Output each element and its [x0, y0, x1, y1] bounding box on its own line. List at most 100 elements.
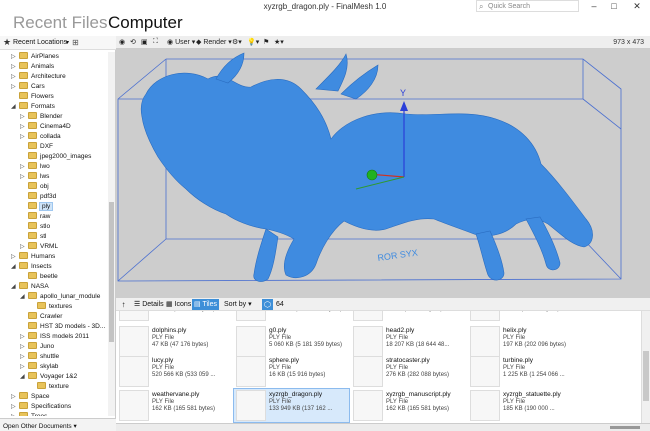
file-tile[interactable]: sphere.ply PLY File 16 KB (15 916 bytes) — [234, 355, 349, 388]
file-tile[interactable]: dolphins.ply PLY File 47 KB (47 176 bytes) — [117, 325, 232, 358]
file-tile[interactable]: lucy.ply PLY File 520 566 KB (533 059 ... — [117, 355, 232, 388]
tree-item[interactable]: ▷ Architecture — [11, 71, 66, 82]
file-tile[interactable]: 62 KB (62 499 bytes) — [351, 311, 466, 322]
maximize-button[interactable]: □ — [605, 0, 623, 12]
expanded-arrow-icon[interactable]: ◢ — [11, 282, 19, 292]
tree-item[interactable]: Flowers — [11, 91, 54, 102]
collapsed-arrow-icon[interactable]: ▷ — [11, 72, 19, 82]
light-icon[interactable]: 💡▾ — [247, 38, 259, 46]
view-tiles-button[interactable]: ▤ Tiles — [192, 299, 219, 310]
pin-icon[interactable]: ⊞ — [72, 38, 79, 47]
tree-item[interactable]: textures — [29, 301, 72, 312]
tree-item[interactable]: ▷ Space — [11, 391, 49, 402]
tree-item[interactable]: pdf3d — [20, 191, 56, 202]
tree-item[interactable]: ▷ lwo — [20, 161, 50, 172]
collapsed-arrow-icon[interactable]: ▷ — [20, 332, 28, 342]
thumbnail-zoom-slider[interactable] — [610, 426, 640, 429]
tree-item[interactable]: Crawler — [20, 311, 62, 322]
collapsed-arrow-icon[interactable]: ▷ — [20, 242, 28, 252]
frame-icon[interactable]: ▣ — [141, 38, 148, 46]
tree-item[interactable]: stlo — [20, 221, 50, 232]
pivot-handle[interactable] — [366, 169, 378, 181]
gear-icon[interactable]: ⚙▾ — [232, 38, 242, 46]
thumbnail-size[interactable]: 64 — [274, 299, 286, 310]
tree-item[interactable]: ply — [20, 201, 54, 212]
file-tile[interactable]: g0.ply PLY File 5 060 KB (5 181 359 bytes) — [234, 325, 349, 358]
open-other-documents-button[interactable]: Open Other Documents ▾ — [0, 418, 116, 431]
tree-item[interactable]: ▷ Humans — [11, 251, 55, 262]
collapsed-arrow-icon[interactable]: ▷ — [20, 162, 28, 172]
tree-item[interactable]: ▷ Juno — [20, 341, 54, 352]
file-tile[interactable]: 2 963 KB (3 033 191 bytes) — [234, 311, 349, 322]
3d-viewport[interactable]: Y ROR SYX — [116, 49, 650, 298]
tree-scrollbar[interactable] — [108, 52, 115, 416]
tree-item[interactable]: ▷ AirPlanes — [11, 52, 59, 62]
tree-item[interactable]: ◢ Insects — [11, 261, 52, 272]
collapsed-arrow-icon[interactable]: ▷ — [20, 362, 28, 372]
tree-scrollbar-thumb[interactable] — [109, 202, 114, 342]
minimize-button[interactable]: – — [585, 0, 603, 12]
collapsed-arrow-icon[interactable]: ▷ — [11, 252, 19, 262]
tree-item[interactable]: ▷ Cars — [11, 81, 45, 92]
tree-item[interactable]: ◢ NASA — [11, 281, 49, 292]
file-tile[interactable]: 74 KB (75 719 bytes) — [468, 311, 583, 322]
tree-item[interactable]: ◢ apollo_lunar_module — [20, 291, 100, 302]
close-button[interactable]: ✕ — [626, 0, 648, 12]
filter-3d-icon[interactable]: ⬡ — [262, 299, 273, 310]
tree-item[interactable]: raw — [20, 211, 50, 222]
tree-item[interactable]: texture — [29, 381, 69, 392]
view-icons-button[interactable]: ▦ Icons — [164, 299, 193, 310]
tab-computer[interactable]: Computer — [108, 13, 183, 33]
user-camera-dropdown[interactable]: ◉ User ▾ — [167, 38, 195, 46]
tree-item[interactable]: ▷ Cinema4D — [20, 121, 71, 132]
collapsed-arrow-icon[interactable]: ▷ — [20, 112, 28, 122]
recent-locations-bar[interactable]: ★ Recent Locations ▾ ⊞ — [0, 36, 116, 50]
collapsed-arrow-icon[interactable]: ▷ — [20, 122, 28, 132]
back-icon[interactable]: ◉ — [119, 38, 125, 46]
render-dropdown[interactable]: ◆ Render ▾ — [196, 38, 232, 46]
collapsed-arrow-icon[interactable]: ▷ — [11, 52, 19, 62]
file-tile[interactable]: xyzrgb_statuette.ply PLY File 185 KB (190 … — [468, 389, 583, 422]
collapsed-arrow-icon[interactable]: ▷ — [11, 392, 19, 402]
expanded-arrow-icon[interactable]: ◢ — [20, 372, 28, 382]
collapsed-arrow-icon[interactable]: ▷ — [20, 132, 28, 142]
file-grid-scrollbar-thumb[interactable] — [643, 351, 649, 401]
up-arrow-icon[interactable]: ↑ — [118, 299, 129, 310]
collapsed-arrow-icon[interactable]: ▷ — [11, 62, 19, 72]
quick-search-input[interactable]: ⌕ Quick Search — [476, 0, 579, 12]
expanded-arrow-icon[interactable]: ◢ — [11, 262, 19, 272]
expanded-arrow-icon[interactable]: ◢ — [20, 292, 28, 302]
tree-item[interactable]: stl — [20, 231, 47, 242]
sort-by-dropdown[interactable]: Sort by ▾ — [222, 299, 254, 310]
tree-item[interactable]: ▷ VRML — [20, 241, 58, 252]
file-tile[interactable]: xyzrgb_dragon.ply PLY File 133 949 KB (137… — [233, 388, 350, 423]
file-tile[interactable]: stratocaster.ply PLY File 276 KB (282 088 … — [351, 355, 466, 388]
collapsed-arrow-icon[interactable]: ▷ — [11, 82, 19, 92]
collapsed-arrow-icon[interactable]: ▷ — [20, 172, 28, 182]
star-icon[interactable]: ★▾ — [274, 38, 284, 46]
file-tile[interactable]: 270 KB (275 806 bytes) — [117, 311, 232, 322]
tree-item[interactable]: ▷ Blender — [20, 111, 62, 122]
tree-item[interactable]: ▷ Specifications — [11, 401, 71, 412]
tree-item[interactable]: ▷ skylab — [20, 361, 58, 372]
tab-recent-files[interactable]: Recent Files — [13, 13, 107, 33]
tree-item[interactable]: beetle — [20, 271, 58, 282]
fullscreen-icon[interactable]: ⛶ — [153, 38, 158, 46]
chevron-down-icon[interactable]: ▾ — [66, 39, 69, 46]
collapsed-arrow-icon[interactable]: ▷ — [20, 352, 28, 362]
collapsed-arrow-icon[interactable]: ▷ — [11, 412, 19, 416]
tree-item[interactable]: obj — [20, 181, 49, 192]
tree-item[interactable]: ◢ Formats — [11, 101, 55, 112]
tree-item[interactable]: DXF — [20, 141, 53, 152]
file-tile[interactable]: turbine.ply PLY File 1 225 KB (1 254 066 .… — [468, 355, 583, 388]
collapsed-arrow-icon[interactable]: ▷ — [11, 402, 19, 412]
file-tile[interactable]: weathervane.ply PLY File 162 KB (165 581 b… — [117, 389, 232, 422]
viewport-canvas[interactable]: Y ROR SYX — [116, 49, 650, 298]
tree-item[interactable]: jpeg2000_images — [20, 151, 91, 162]
tree-item[interactable]: ▷ collada — [20, 131, 61, 142]
file-tile[interactable]: helix.ply PLY File 197 KB (202 096 bytes) — [468, 325, 583, 358]
file-tile[interactable]: head2.ply PLY File 18 207 KB (18 644 48... — [351, 325, 466, 358]
tree-item[interactable]: ▷ shuttle — [20, 351, 59, 362]
collapsed-arrow-icon[interactable]: ▷ — [20, 342, 28, 352]
tree-item[interactable]: ▷ Trees — [11, 411, 47, 416]
